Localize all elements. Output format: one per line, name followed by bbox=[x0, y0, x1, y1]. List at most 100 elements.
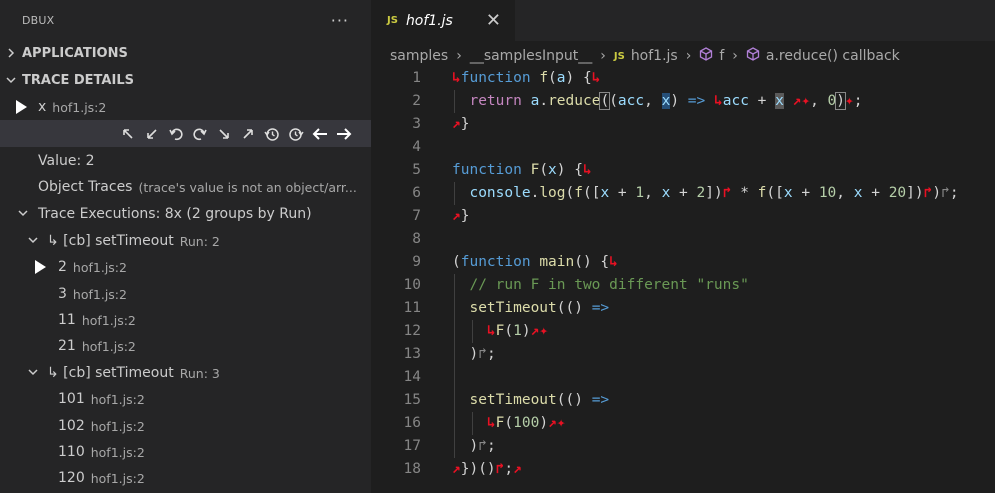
step-over-icon[interactable] bbox=[191, 125, 209, 143]
group-run: Run: 3 bbox=[179, 365, 220, 381]
execution-location: hof1.js:2 bbox=[90, 444, 145, 460]
line-number: 6 bbox=[412, 185, 421, 201]
editor: JS hof1.js ✕ samples › __samplesInput__ … bbox=[371, 0, 995, 493]
more-actions-icon[interactable]: ··· bbox=[331, 11, 349, 30]
section-trace-details[interactable]: TRACE DETAILS bbox=[0, 67, 371, 94]
go-to-next-in-context-icon[interactable] bbox=[143, 125, 161, 143]
line-number: 5 bbox=[412, 162, 421, 178]
line-number: 13 bbox=[403, 346, 421, 362]
chevron-down-icon bbox=[26, 234, 40, 248]
execution-row[interactable]: 102 hof1.js:2 bbox=[0, 413, 371, 439]
execution-location: hof1.js:2 bbox=[81, 338, 136, 354]
sidebar-title: DBUX bbox=[22, 13, 55, 27]
line-number: 10 bbox=[403, 277, 421, 293]
code-line: 1 ↳function f(a) {↳ bbox=[371, 67, 995, 90]
line-number: 12 bbox=[403, 323, 421, 339]
group-label: ↳ [cb] setTimeout bbox=[47, 233, 174, 249]
object-traces-label: Object Traces bbox=[38, 179, 133, 195]
line-number: 14 bbox=[403, 369, 421, 385]
chevron-down-icon bbox=[26, 366, 40, 380]
code-line: 12 ↳F(1)↗✦ bbox=[371, 320, 995, 343]
code-line: 4 bbox=[371, 136, 995, 159]
execution-value: 110 bbox=[58, 444, 85, 460]
trace-name: x bbox=[38, 99, 47, 115]
code-line: 10 // run F in two different "runs" bbox=[371, 274, 995, 297]
chevron-right-icon: › bbox=[732, 48, 738, 64]
object-traces-row[interactable]: Object Traces (trace's value is not an o… bbox=[0, 174, 371, 200]
chevron-right-icon: › bbox=[600, 48, 606, 64]
execution-row[interactable]: 2 hof1.js:2 bbox=[0, 254, 371, 280]
cube-icon bbox=[699, 47, 713, 65]
selected-trace-row[interactable]: x hof1.js:2 bbox=[0, 94, 371, 120]
arrow-left-icon[interactable] bbox=[311, 125, 329, 143]
history-forward-icon[interactable] bbox=[287, 125, 305, 143]
sidebar-header: DBUX ··· bbox=[0, 0, 371, 40]
execution-value: 102 bbox=[58, 418, 85, 434]
execution-location: hof1.js:2 bbox=[72, 286, 127, 302]
go-to-previous-in-context-icon[interactable] bbox=[119, 125, 137, 143]
execution-location: hof1.js:2 bbox=[72, 259, 127, 275]
chevron-right-icon bbox=[0, 47, 22, 61]
tab-hof1-js[interactable]: JS hof1.js ✕ bbox=[371, 0, 515, 41]
trace-executions-row[interactable]: Trace Executions: 8x (2 groups by Run) bbox=[0, 201, 371, 227]
js-file-icon: JS bbox=[613, 50, 625, 62]
chevron-right-icon: › bbox=[685, 48, 692, 64]
line-number: 15 bbox=[403, 392, 421, 408]
cube-icon bbox=[746, 47, 760, 65]
tab-label: hof1.js bbox=[405, 12, 453, 29]
line-number: 3 bbox=[412, 116, 421, 132]
execution-location: hof1.js:2 bbox=[90, 418, 145, 434]
code-line: 5 function F(x) {↳ bbox=[371, 159, 995, 182]
chevron-right-icon: › bbox=[456, 48, 462, 64]
line-number: 11 bbox=[403, 300, 421, 316]
group-label: ↳ [cb] setTimeout bbox=[47, 365, 174, 381]
group-run: Run: 2 bbox=[179, 233, 220, 249]
breadcrumb-item[interactable]: a.reduce() callback bbox=[766, 48, 900, 64]
line-number: 16 bbox=[403, 415, 421, 431]
trace-navigation-toolbar bbox=[0, 120, 371, 147]
step-out-icon[interactable] bbox=[239, 125, 257, 143]
line-number: 9 bbox=[412, 254, 421, 270]
code-line: 7 ↗} bbox=[371, 205, 995, 228]
chevron-down-icon bbox=[0, 74, 22, 88]
execution-value: 11 bbox=[58, 312, 76, 328]
breadcrumb-item[interactable]: f bbox=[719, 48, 724, 64]
execution-row[interactable]: 3 hof1.js:2 bbox=[0, 281, 371, 307]
execution-row[interactable]: 21 hof1.js:2 bbox=[0, 333, 371, 359]
section-applications[interactable]: APPLICATIONS bbox=[0, 40, 371, 67]
breadcrumb-item[interactable]: __samplesInput__ bbox=[470, 48, 592, 64]
group-row[interactable]: ↳ [cb] setTimeout Run: 3 bbox=[0, 360, 371, 386]
section-applications-label: APPLICATIONS bbox=[22, 46, 128, 61]
trace-location: hof1.js:2 bbox=[52, 99, 107, 115]
arrow-right-icon[interactable] bbox=[335, 125, 353, 143]
code-line: 13 )↱; bbox=[371, 343, 995, 366]
step-back-icon[interactable] bbox=[167, 125, 185, 143]
chevron-down-icon bbox=[16, 207, 30, 221]
editor-tabs: JS hof1.js ✕ bbox=[371, 0, 995, 41]
history-back-icon[interactable] bbox=[263, 125, 281, 143]
code-line: 18 ↗})()↱;↗ bbox=[371, 458, 995, 481]
section-trace-details-label: TRACE DETAILS bbox=[22, 73, 134, 88]
execution-value: 120 bbox=[58, 470, 85, 486]
play-icon bbox=[16, 100, 27, 114]
step-into-icon[interactable] bbox=[215, 125, 233, 143]
execution-row[interactable]: 120 hof1.js:2 bbox=[0, 465, 371, 491]
js-file-icon: JS bbox=[387, 15, 398, 26]
breadcrumb-item[interactable]: samples bbox=[390, 48, 448, 64]
trace-value: Value: 2 bbox=[38, 153, 95, 169]
close-icon[interactable]: ✕ bbox=[486, 10, 501, 31]
execution-location: hof1.js:2 bbox=[90, 470, 145, 486]
code-line: 9 (function main() {↳ bbox=[371, 251, 995, 274]
execution-location: hof1.js:2 bbox=[81, 312, 136, 328]
trace-executions-label: Trace Executions: 8x (2 groups by Run) bbox=[38, 206, 312, 222]
object-traces-note: (trace's value is not an object/arr... bbox=[138, 179, 357, 195]
line-number: 18 bbox=[403, 461, 421, 477]
code-line: 2 return a.reduce((acc, x) => ↳acc + x ↗… bbox=[371, 90, 995, 113]
execution-row[interactable]: 101 hof1.js:2 bbox=[0, 386, 371, 412]
group-row[interactable]: ↳ [cb] setTimeout Run: 2 bbox=[0, 228, 371, 254]
execution-row[interactable]: 110 hof1.js:2 bbox=[0, 439, 371, 465]
execution-value: 21 bbox=[58, 338, 76, 354]
line-number: 1 bbox=[412, 70, 421, 86]
execution-row[interactable]: 11 hof1.js:2 bbox=[0, 307, 371, 333]
breadcrumb-item[interactable]: hof1.js bbox=[631, 48, 678, 64]
